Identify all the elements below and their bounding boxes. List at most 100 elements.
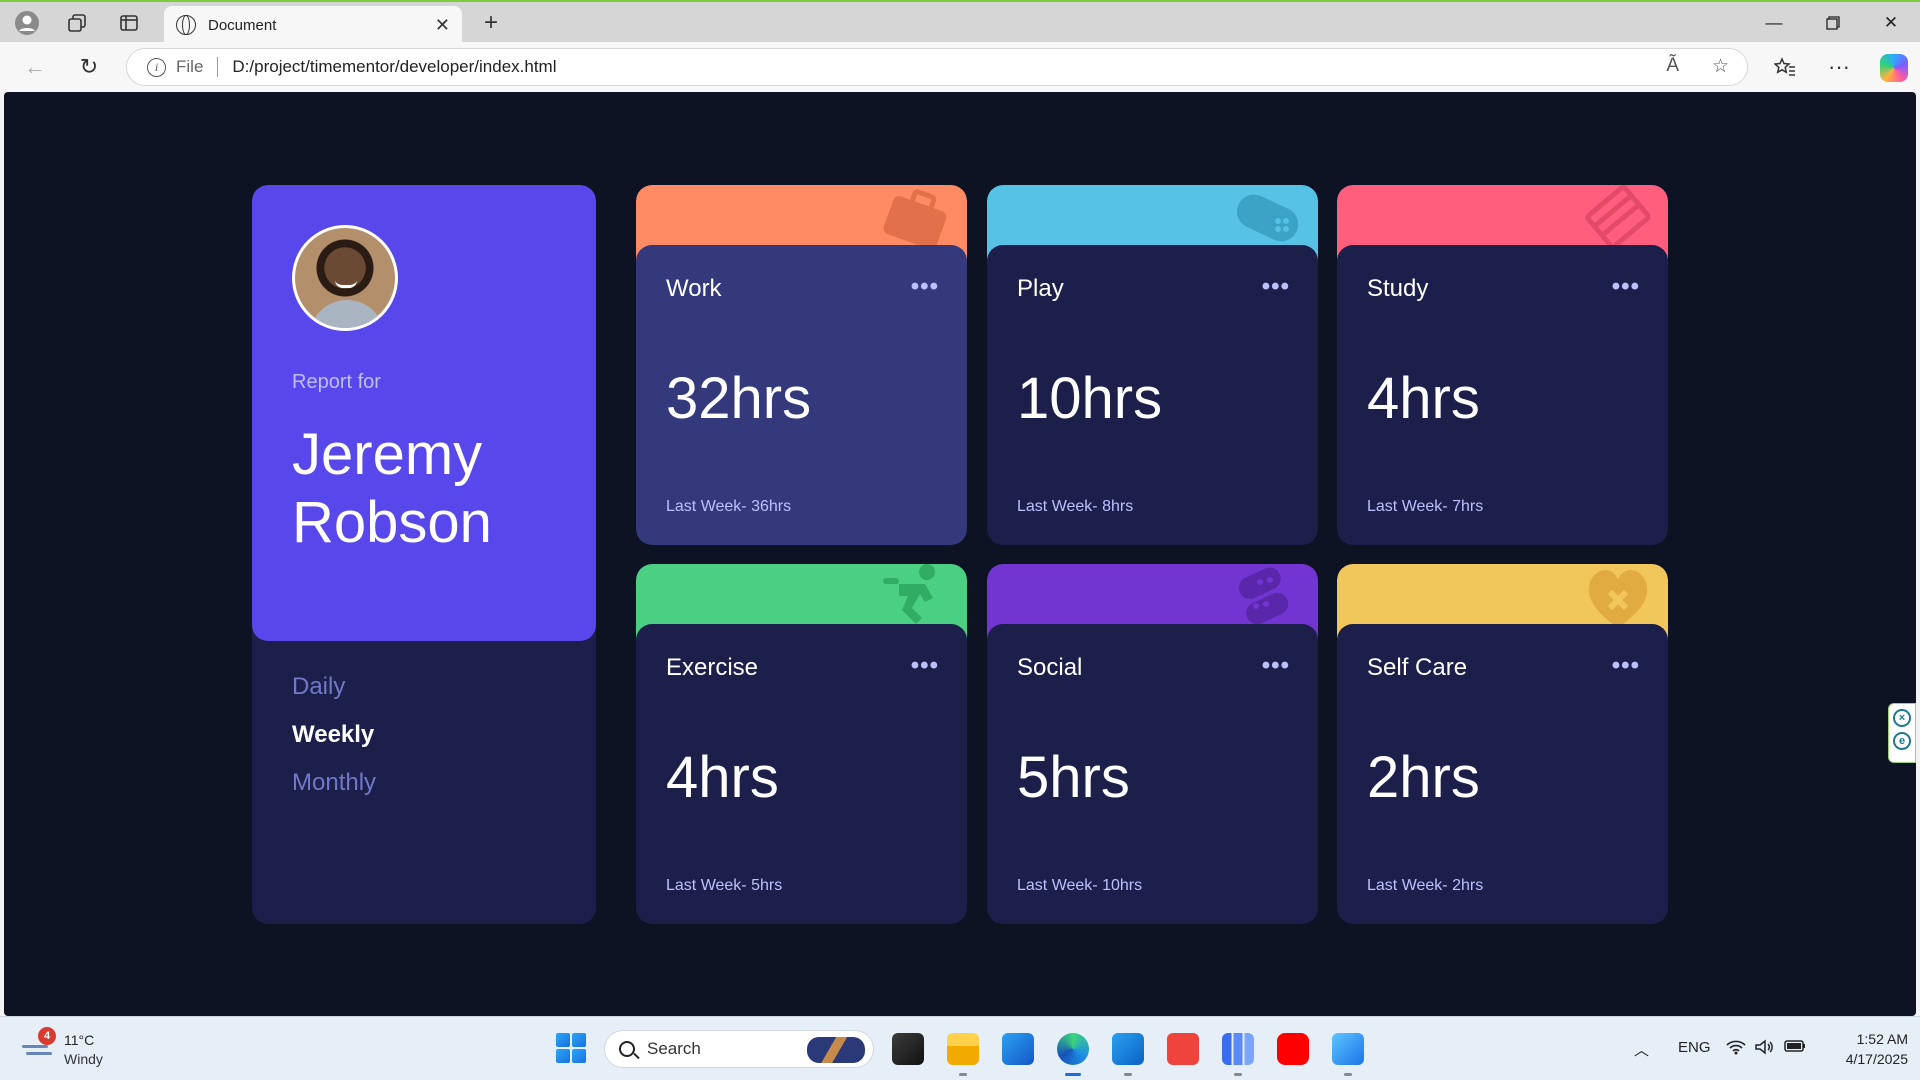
- file-explorer-icon[interactable]: [947, 1033, 979, 1076]
- card-exercise[interactable]: Exercise ••• 4hrs Last Week- 5hrs: [636, 564, 967, 924]
- volume-icon[interactable]: [1754, 1039, 1774, 1059]
- tab-title: Document: [208, 16, 277, 34]
- windows-start-icon[interactable]: [556, 1033, 586, 1063]
- analytics-icon[interactable]: [1222, 1033, 1254, 1076]
- card-study-body: Study ••• 4hrs Last Week- 7hrs: [1337, 245, 1668, 545]
- ellipsis-icon[interactable]: •••: [1612, 273, 1640, 301]
- period-weekly[interactable]: Weekly: [292, 721, 374, 749]
- weather-temperature: 11°C: [64, 1032, 95, 1048]
- ellipsis-icon[interactable]: •••: [1262, 273, 1290, 301]
- card-hours: 32hrs: [666, 366, 812, 431]
- ellipsis-icon[interactable]: •••: [1612, 652, 1640, 680]
- weather-widget[interactable]: 4 11°C Windy: [22, 1027, 162, 1071]
- read-aloud-icon[interactable]: A͂: [1666, 55, 1679, 77]
- avatar-smile: [335, 280, 357, 288]
- profile-header: Report for Jeremy Robson: [252, 185, 596, 641]
- photos-icon[interactable]: [1332, 1033, 1364, 1076]
- tab-actions-icon[interactable]: [112, 6, 146, 40]
- anydesk-icon[interactable]: [1167, 1033, 1199, 1065]
- vscode-icon[interactable]: [1112, 1033, 1144, 1076]
- avatar-shirt: [309, 300, 385, 328]
- back-icon[interactable]: ←: [18, 50, 52, 84]
- minimize-icon[interactable]: —: [1747, 2, 1801, 44]
- profile-icon[interactable]: [10, 6, 44, 40]
- weather-badge: 4: [38, 1027, 56, 1045]
- card-hours: 4hrs: [1367, 366, 1480, 431]
- edge-icon[interactable]: [1057, 1033, 1089, 1076]
- system-clock[interactable]: 1:52 AM 4/17/2025: [1818, 1029, 1908, 1069]
- card-play[interactable]: Play ••• 10hrs Last Week- 8hrs: [987, 185, 1318, 545]
- restore-icon[interactable]: [1806, 2, 1860, 44]
- globe-icon: [176, 15, 196, 35]
- new-tab-icon[interactable]: +: [474, 6, 508, 40]
- card-hours: 5hrs: [1017, 745, 1130, 810]
- address-separator: [217, 57, 219, 77]
- clock-time: 1:52 AM: [1856, 1031, 1908, 1047]
- more-icon[interactable]: ···: [1822, 50, 1856, 84]
- card-hours: 10hrs: [1017, 366, 1163, 431]
- card-work[interactable]: Work ••• 32hrs Last Week- 36hrs: [636, 185, 967, 545]
- avatar: [292, 225, 398, 331]
- card-previous: Last Week- 5hrs: [666, 877, 783, 894]
- url-text[interactable]: D:/project/timementor/developer/index.ht…: [232, 57, 556, 77]
- ellipsis-icon[interactable]: •••: [911, 273, 939, 301]
- search-icon: [619, 1041, 635, 1057]
- user-name-first: Jeremy: [292, 422, 483, 487]
- battery-icon[interactable]: [1784, 1039, 1806, 1057]
- ellipsis-icon[interactable]: •••: [1262, 652, 1290, 680]
- card-previous: Last Week- 7hrs: [1367, 498, 1484, 515]
- task-view-icon[interactable]: [892, 1033, 924, 1065]
- card-title: Study: [1367, 275, 1429, 302]
- reload-icon[interactable]: ↻: [72, 50, 106, 84]
- close-window-icon[interactable]: ✕: [1864, 2, 1918, 44]
- card-previous: Last Week- 10hrs: [1017, 877, 1143, 894]
- card-title: Social: [1017, 654, 1083, 681]
- card-exercise-body: Exercise ••• 4hrs Last Week- 5hrs: [636, 624, 967, 924]
- profile-card: Report for Jeremy Robson Daily Weekly Mo…: [252, 185, 596, 924]
- language-indicator[interactable]: ENG: [1678, 1039, 1711, 1056]
- card-hours: 2hrs: [1367, 745, 1480, 810]
- page-viewport: Report for Jeremy Robson Daily Weekly Mo…: [4, 92, 1916, 1016]
- card-social-body: Social ••• 5hrs Last Week- 10hrs: [987, 624, 1318, 924]
- address-bar[interactable]: i File D:/project/timementor/developer/i…: [126, 48, 1748, 86]
- side-close-icon[interactable]: ×: [1893, 709, 1911, 727]
- wifi-icon[interactable]: [1726, 1039, 1746, 1059]
- card-title: Play: [1017, 275, 1064, 302]
- clock-date: 4/17/2025: [1845, 1051, 1908, 1067]
- favorite-icon[interactable]: ☆: [1712, 55, 1729, 78]
- period-daily[interactable]: Daily: [292, 673, 345, 701]
- card-title: Self Care: [1367, 654, 1468, 681]
- search-highlight-image: [807, 1037, 865, 1063]
- browser-tab[interactable]: Document ✕: [164, 6, 462, 44]
- card-title: Work: [666, 275, 722, 302]
- taskbar: 4 11°C Windy Search ︿ ENG 1:52 AM 4/17/2…: [0, 1016, 1920, 1080]
- taskbar-search[interactable]: Search: [604, 1030, 874, 1068]
- browser-toolbar: ← ↻ i File D:/project/timementor/develop…: [0, 42, 1920, 92]
- card-previous: Last Week- 8hrs: [1017, 498, 1134, 515]
- taskbar-search-label: Search: [647, 1039, 701, 1058]
- close-tab-icon[interactable]: ✕: [435, 15, 450, 36]
- side-e-icon[interactable]: e: [1893, 732, 1911, 750]
- report-for-label: Report for: [292, 371, 381, 393]
- card-previous: Last Week- 36hrs: [666, 498, 792, 515]
- address-prefix: File: [176, 57, 204, 76]
- card-self-care-body: Self Care ••• 2hrs Last Week- 2hrs: [1337, 624, 1668, 924]
- store-icon[interactable]: [1002, 1033, 1034, 1065]
- card-study[interactable]: Study ••• 4hrs Last Week- 7hrs: [1337, 185, 1668, 545]
- period-monthly[interactable]: Monthly: [292, 769, 376, 797]
- youtube-icon[interactable]: [1277, 1033, 1309, 1065]
- copilot-icon[interactable]: [1880, 54, 1908, 82]
- tray-chevron-icon[interactable]: ︿: [1634, 1039, 1649, 1060]
- side-tools: × e: [1888, 703, 1916, 763]
- favorites-icon[interactable]: [1768, 50, 1802, 84]
- card-self-care[interactable]: Self Care ••• 2hrs Last Week- 2hrs: [1337, 564, 1668, 924]
- card-work-body: Work ••• 32hrs Last Week- 36hrs: [636, 245, 967, 545]
- workspaces-icon[interactable]: [60, 6, 94, 40]
- user-name-last: Robson: [292, 490, 492, 555]
- card-previous: Last Week- 2hrs: [1367, 877, 1484, 894]
- ellipsis-icon[interactable]: •••: [911, 652, 939, 680]
- card-play-body: Play ••• 10hrs Last Week- 8hrs: [987, 245, 1318, 545]
- weather-condition: Windy: [64, 1051, 103, 1067]
- info-icon[interactable]: i: [147, 57, 166, 77]
- card-social[interactable]: Social ••• 5hrs Last Week- 10hrs: [987, 564, 1318, 924]
